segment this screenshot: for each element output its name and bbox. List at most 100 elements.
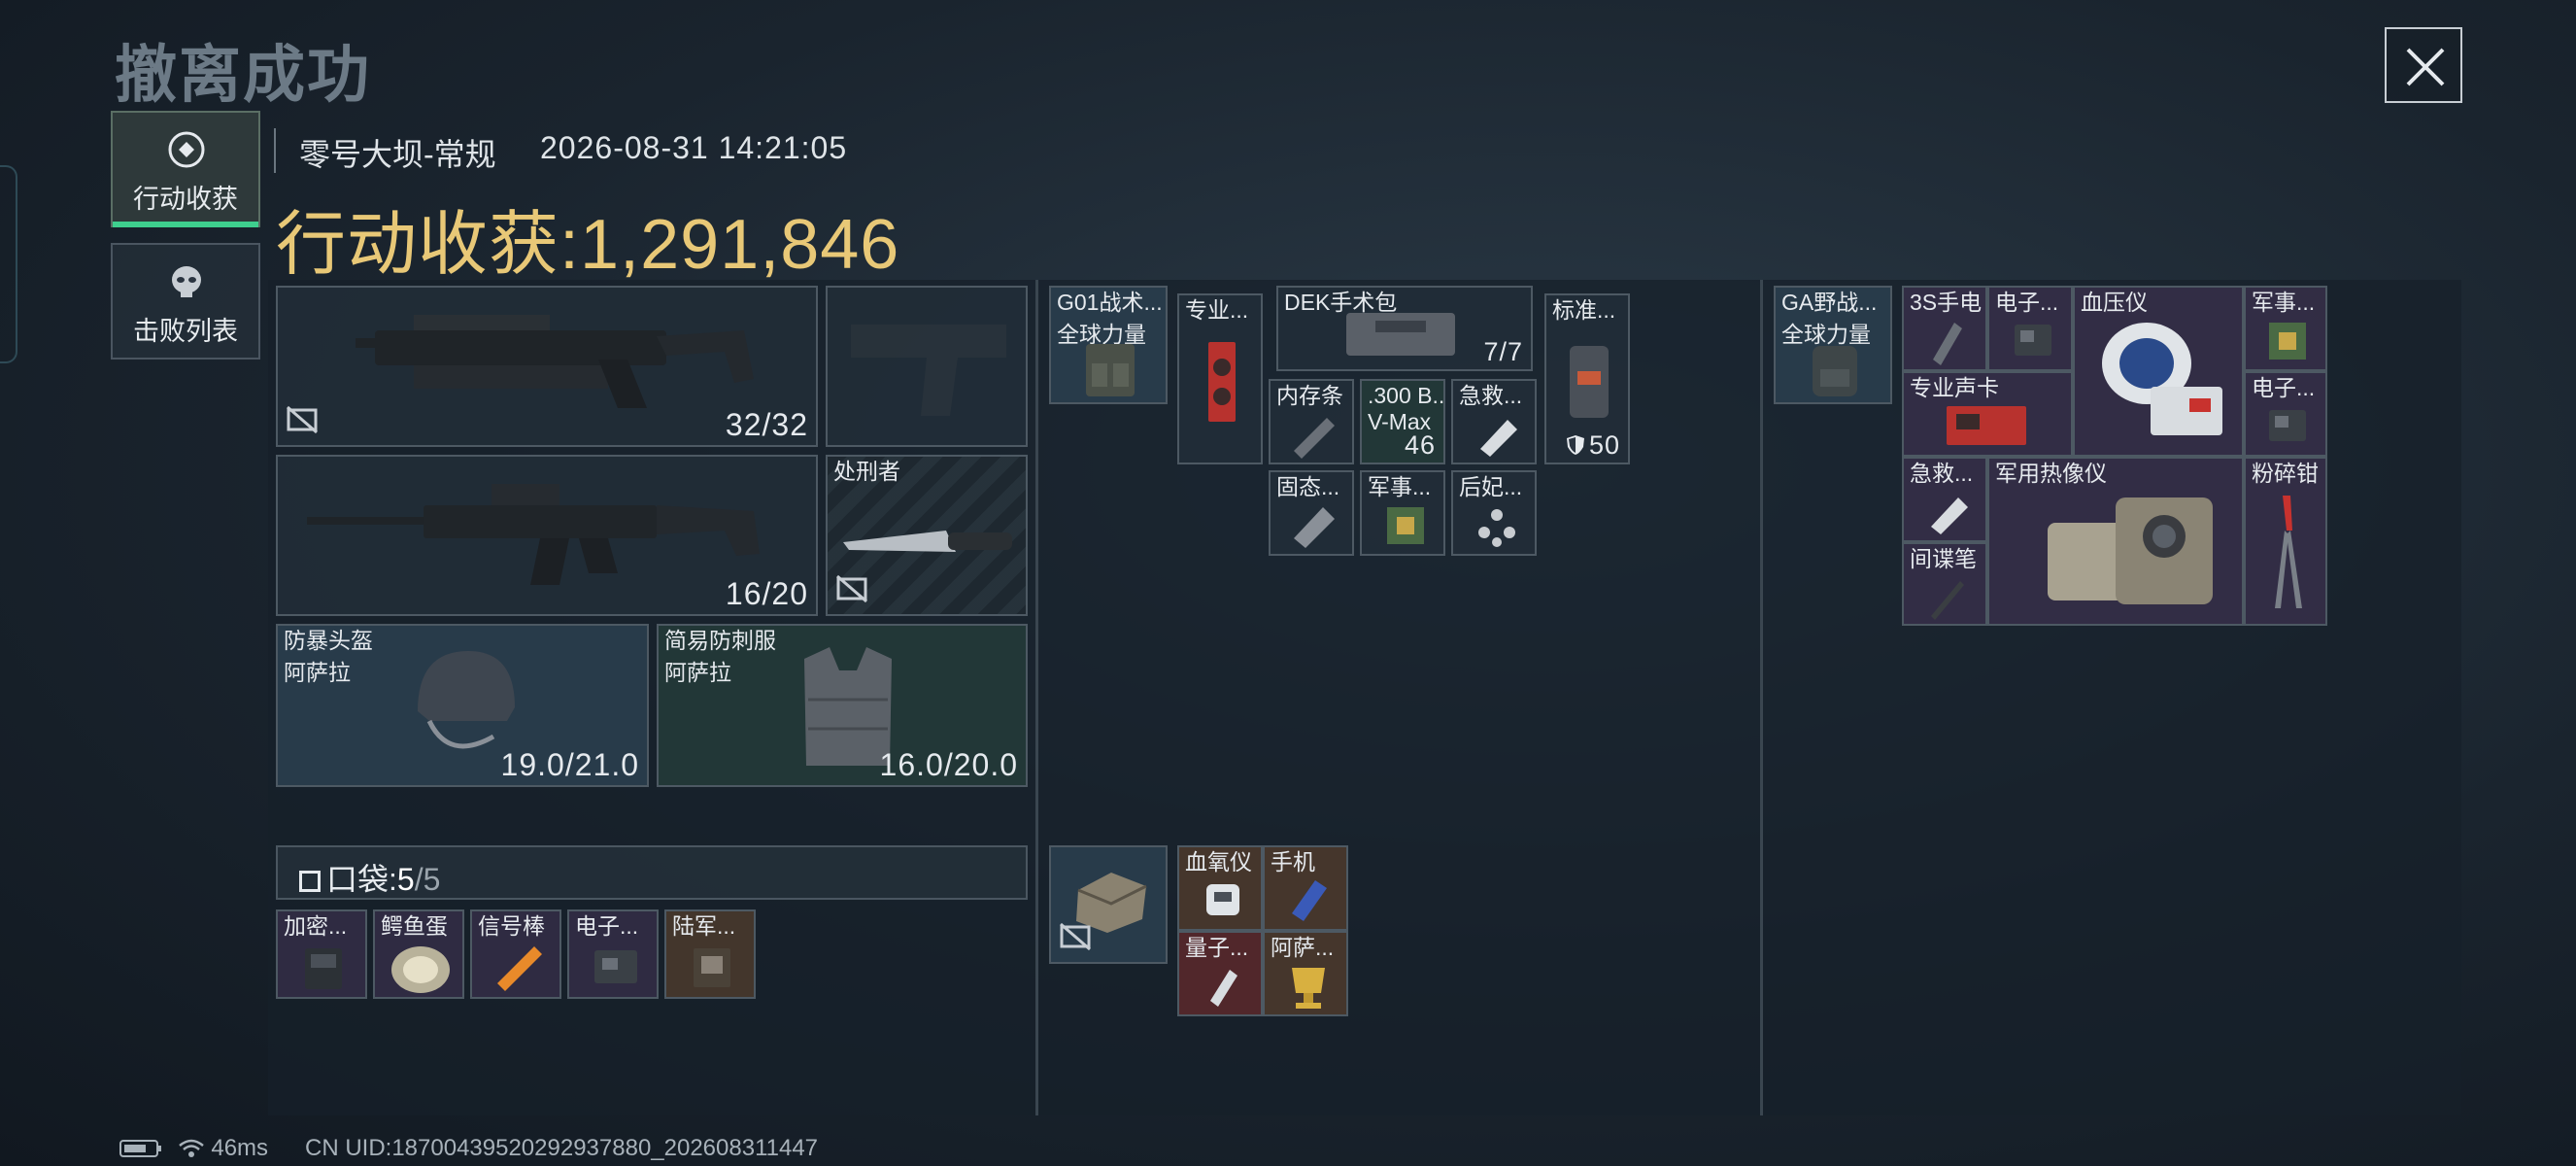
helmet-name: 防暴头盔 <box>284 628 373 653</box>
rig-item-name: 内存条 <box>1276 383 1343 408</box>
flashlight-icon <box>1933 323 1962 365</box>
pocket-item-1[interactable]: 加密... <box>276 909 367 999</box>
pistol-slot[interactable] <box>826 286 1028 447</box>
safebox-item-oximeter[interactable]: 血氧仪 <box>1177 845 1263 931</box>
thermal-imager-icon <box>2048 497 2213 604</box>
status-bar: 46ms <box>119 1135 268 1162</box>
safebox-item-name: 手机 <box>1271 849 1315 874</box>
smg-icon <box>356 315 754 408</box>
sound-card-icon <box>1947 406 2026 445</box>
backpack-item-first-aid[interactable]: 急救... <box>1902 457 1987 542</box>
backpack-item-spy-pen[interactable]: 间谍笔 <box>1902 542 1987 626</box>
backpack-item-pliers[interactable]: 粉碎钳 <box>2244 457 2327 626</box>
rig-item-name: 专业... <box>1185 297 1249 323</box>
pliers-icon <box>2275 496 2302 608</box>
tab-operation-loot-label: 行动收获 <box>133 185 238 214</box>
safebox-item-quantum[interactable]: 量子... <box>1177 931 1263 1016</box>
quantum-usb-icon <box>1210 970 1237 1007</box>
rig-slot[interactable]: G01战术... 全球力量 <box>1049 286 1168 404</box>
pocket-used: 5 <box>396 862 415 897</box>
backpack-item-thermal-imager[interactable]: 军用热像仪 <box>1987 457 2244 626</box>
pocket-item-4[interactable]: 电子... <box>567 909 659 999</box>
backpack-slot[interactable]: GA野战... 全球力量 <box>1774 286 1892 404</box>
tab-defeat-list-label: 击败列表 <box>133 317 238 346</box>
rig-item-name: 标准... <box>1552 297 1616 323</box>
safebox-item-golden-cup[interactable]: 阿萨... <box>1263 931 1348 1016</box>
raid-datetime: 2026-08-31 14:21:05 <box>540 130 848 165</box>
rig-item-ssd[interactable]: 固态... <box>1269 470 1354 556</box>
pocket-header: 口袋:5/5 <box>276 845 1028 900</box>
battery-icon <box>119 1140 161 1157</box>
spy-pen-icon <box>1931 581 1964 620</box>
pocket-item-name: 加密... <box>284 913 348 939</box>
secondary-weapon-slot[interactable]: 16/20 <box>276 455 818 616</box>
rig-item-ornament[interactable]: 后妃... <box>1451 470 1537 556</box>
shield-icon <box>1566 435 1584 455</box>
no-secure-icon <box>1059 922 1092 956</box>
backpack-item-blood-pressure[interactable]: 血压仪 <box>2073 286 2244 457</box>
crypto-device-icon <box>305 948 342 989</box>
rig-item-military-chip[interactable]: 军事... <box>1360 470 1445 556</box>
rig-item-ammo[interactable]: .300 B... V-Max 46 <box>1360 379 1445 464</box>
rig-item-first-aid[interactable]: 急救... <box>1451 379 1537 464</box>
user-uid: CN UID:18700439520292937880_202608311447 <box>305 1135 819 1161</box>
pocket-capacity: 5 <box>423 862 441 897</box>
backpack-item-name: 军事... <box>2252 290 2316 315</box>
pocket-icon <box>299 871 321 892</box>
oximeter-icon <box>1206 884 1239 915</box>
rig-item-armor-plate[interactable]: 标准... 50 <box>1544 293 1630 464</box>
rig-item-medkit[interactable]: DEK手术包 7/7 <box>1276 286 1533 371</box>
backpack-item-flashlight[interactable]: 3S手电 <box>1902 286 1987 371</box>
melee-slot[interactable]: 处刑者 <box>826 455 1028 616</box>
electronics-icon <box>2269 410 2306 441</box>
golden-cup-icon <box>1292 968 1325 1009</box>
rig-item-ram[interactable]: 内存条 <box>1269 379 1354 464</box>
army-item-icon <box>694 948 730 987</box>
safebox-item-phone[interactable]: 手机 <box>1263 845 1348 931</box>
backpack-item-electronics-2[interactable]: 电子... <box>2244 371 2327 457</box>
primary-weapon-slot[interactable]: 32/32 <box>276 286 818 447</box>
backpack-item-name: 电子... <box>2252 375 2316 400</box>
helmet-slot[interactable]: 防暴头盔 阿萨拉 19.0/21.0 <box>276 624 649 787</box>
backpack-item-name: 专业声卡 <box>1910 375 1999 400</box>
armor-name: 简易防刺服 <box>664 628 776 653</box>
pocket-item-5[interactable]: 陆军... <box>664 909 756 999</box>
safebox-slot[interactable] <box>1049 845 1168 964</box>
armor-slot[interactable]: 简易防刺服 阿萨拉 16.0/20.0 <box>657 624 1028 787</box>
secondary-weapon-ammo: 16/20 <box>725 576 808 611</box>
blood-pressure-icon <box>2102 323 2222 435</box>
armor-plate-count-value: 50 <box>1588 430 1620 460</box>
melee-name: 处刑者 <box>833 459 900 484</box>
first-aid-icon <box>1931 497 1968 534</box>
backpack-item-name: 3S手电 <box>1910 290 1983 315</box>
loot-value-label: 行动收获: <box>276 206 581 284</box>
pocket-sep: / <box>414 862 424 897</box>
pocket-item-2[interactable]: 鳄鱼蛋 <box>373 909 464 999</box>
primary-weapon-ammo: 32/32 <box>725 407 808 442</box>
tab-operation-loot[interactable]: 行动收获 <box>111 111 260 227</box>
loot-value-amount: 1,291,846 <box>580 206 900 284</box>
ammo-count: 46 <box>1404 430 1436 460</box>
rig-item-name: 急救... <box>1459 383 1523 408</box>
armor-plate-icon <box>1570 346 1609 418</box>
armor-plate-count: 50 <box>1566 430 1620 461</box>
gpu-icon <box>1208 342 1236 422</box>
backpack-item-sound-card[interactable]: 专业声卡 <box>1902 371 2073 457</box>
close-button[interactable] <box>2385 27 2462 103</box>
pocket-item-3[interactable]: 信号棒 <box>470 909 561 999</box>
medkit-count: 7/7 <box>1483 337 1523 366</box>
backpack-item-military-chip[interactable]: 军事... <box>2244 286 2327 371</box>
ornament-icon <box>1478 509 1515 547</box>
rig-name: G01战术... <box>1057 290 1163 315</box>
rig-item-name: 后妃... <box>1459 474 1523 499</box>
tab-defeat-list[interactable]: 击败列表 <box>111 243 260 360</box>
backpack-item-electronics-1[interactable]: 电子... <box>1987 286 2073 371</box>
operation-loot-icon <box>168 131 205 168</box>
pocket-item-name: 电子... <box>575 913 639 939</box>
pocket-label-text: 口袋: <box>326 862 397 897</box>
backpack-icon <box>1813 346 1857 396</box>
ping-value: 46ms <box>211 1135 269 1161</box>
left-edge-tab[interactable] <box>0 165 17 363</box>
pocket-label: 口袋:5/5 <box>299 855 440 900</box>
rig-item-gpu[interactable]: 专业... <box>1177 293 1263 464</box>
